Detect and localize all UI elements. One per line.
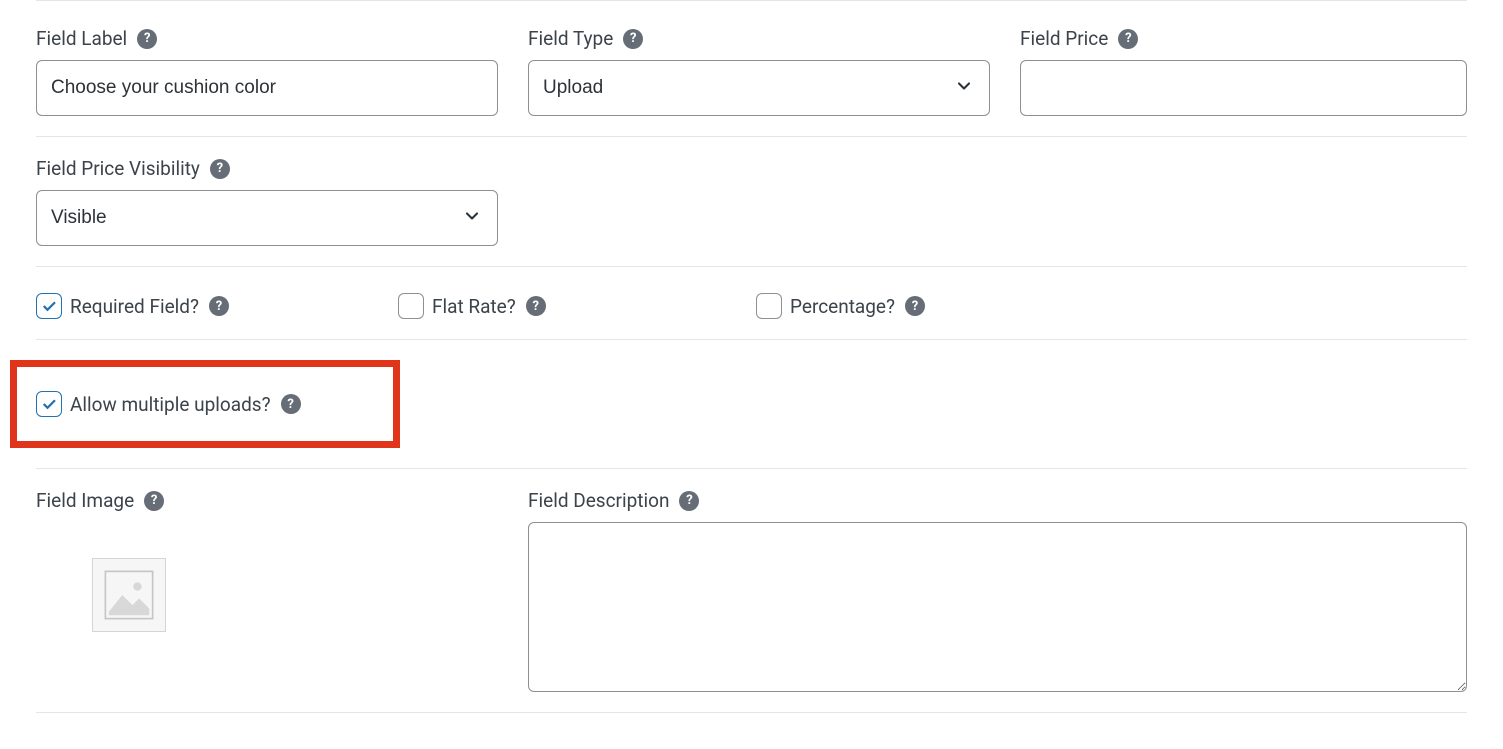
- percentage-label: Percentage?: [790, 295, 895, 318]
- help-icon[interactable]: ?: [526, 296, 546, 316]
- required-field-checkbox[interactable]: [36, 293, 62, 319]
- help-icon[interactable]: ?: [281, 394, 301, 414]
- field-type-label: Field Type: [528, 27, 613, 50]
- help-icon[interactable]: ?: [144, 491, 164, 511]
- help-icon[interactable]: ?: [209, 296, 229, 316]
- required-field-label: Required Field?: [70, 295, 199, 318]
- field-description-label: Field Description: [528, 489, 669, 512]
- field-label-input[interactable]: [36, 60, 498, 116]
- field-type-select[interactable]: [528, 60, 990, 116]
- percentage-checkbox[interactable]: [756, 293, 782, 319]
- field-price-input[interactable]: [1020, 60, 1467, 116]
- help-icon[interactable]: ?: [210, 159, 230, 179]
- field-price-label: Field Price: [1020, 27, 1108, 50]
- field-description-textarea[interactable]: [528, 522, 1467, 692]
- help-icon[interactable]: ?: [679, 491, 699, 511]
- highlight-annotation: Allow multiple uploads? ?: [10, 360, 400, 448]
- flat-rate-label: Flat Rate?: [432, 295, 516, 318]
- help-icon[interactable]: ?: [905, 296, 925, 316]
- field-label-label: Field Label: [36, 27, 127, 50]
- help-icon[interactable]: ?: [137, 29, 157, 49]
- field-price-visibility-select[interactable]: [36, 190, 498, 246]
- field-image-placeholder[interactable]: [92, 558, 166, 632]
- allow-multiple-uploads-checkbox[interactable]: [36, 391, 62, 417]
- field-image-label: Field Image: [36, 489, 134, 512]
- flat-rate-checkbox[interactable]: [398, 293, 424, 319]
- help-icon[interactable]: ?: [623, 29, 643, 49]
- field-price-visibility-label: Field Price Visibility: [36, 157, 200, 180]
- allow-multiple-uploads-label: Allow multiple uploads?: [70, 393, 271, 416]
- help-icon[interactable]: ?: [1118, 29, 1138, 49]
